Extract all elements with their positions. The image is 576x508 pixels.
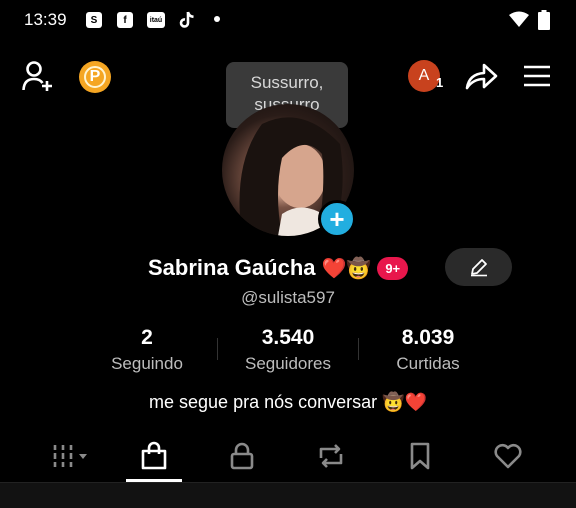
- tab-videos[interactable]: [48, 438, 96, 474]
- shop-bag-icon: [141, 441, 167, 470]
- facebook-icon: f: [117, 12, 133, 28]
- tiktok-icon: [179, 11, 194, 28]
- stat-label: Seguidores: [244, 354, 331, 373]
- profile-bio: me segue pra nós conversar 🤠❤️: [149, 392, 427, 412]
- stat-value: 2: [141, 326, 153, 349]
- stat-following[interactable]: 2 Seguindo: [87, 326, 207, 374]
- stat-followers[interactable]: 3.540 Seguidores: [228, 326, 348, 374]
- profile-name: Sabrina Gaúcha: [148, 255, 316, 280]
- account-count: 1: [436, 75, 444, 90]
- lock-icon: [230, 442, 254, 470]
- tab-shop[interactable]: [134, 438, 174, 474]
- pencil-icon: [470, 259, 487, 277]
- wifi-icon: [509, 11, 529, 27]
- itau-icon: itaú: [147, 12, 165, 28]
- stat-likes[interactable]: 8.039 Curtidas: [368, 326, 488, 374]
- stat-divider: [358, 338, 359, 360]
- profile-handle: @sulista597: [241, 288, 335, 307]
- more-notifications-dot: [214, 16, 220, 22]
- content-area: [0, 483, 576, 508]
- name-emoji: ❤️🤠: [321, 257, 372, 280]
- notification-badge[interactable]: 9+: [377, 256, 409, 280]
- edit-profile-button[interactable]: [445, 248, 512, 286]
- stat-label: Curtidas: [396, 354, 460, 373]
- coin-icon[interactable]: P: [79, 61, 111, 93]
- grid-icon: [53, 445, 87, 467]
- tab-private[interactable]: [222, 438, 262, 474]
- profile-name-row: Sabrina Gaúcha ❤️🤠 9+: [148, 252, 409, 284]
- tab-saved[interactable]: [400, 438, 440, 474]
- shopee-icon: S: [86, 12, 102, 28]
- add-friend-icon[interactable]: [22, 60, 56, 92]
- share-icon[interactable]: [464, 60, 498, 92]
- add-avatar-button[interactable]: +: [318, 200, 356, 238]
- tab-liked[interactable]: [488, 438, 528, 474]
- status-time: 13:39: [24, 10, 67, 29]
- tab-reposts[interactable]: [311, 438, 351, 474]
- heart-icon: [494, 443, 522, 469]
- repost-icon: [319, 444, 343, 468]
- stat-divider: [217, 338, 218, 360]
- stat-value: 3.540: [261, 326, 315, 349]
- stat-value: 8.039: [401, 326, 455, 349]
- menu-icon[interactable]: [522, 64, 552, 88]
- bookmark-icon: [410, 442, 430, 470]
- stat-label: Seguindo: [111, 354, 183, 373]
- battery-icon: [538, 10, 550, 30]
